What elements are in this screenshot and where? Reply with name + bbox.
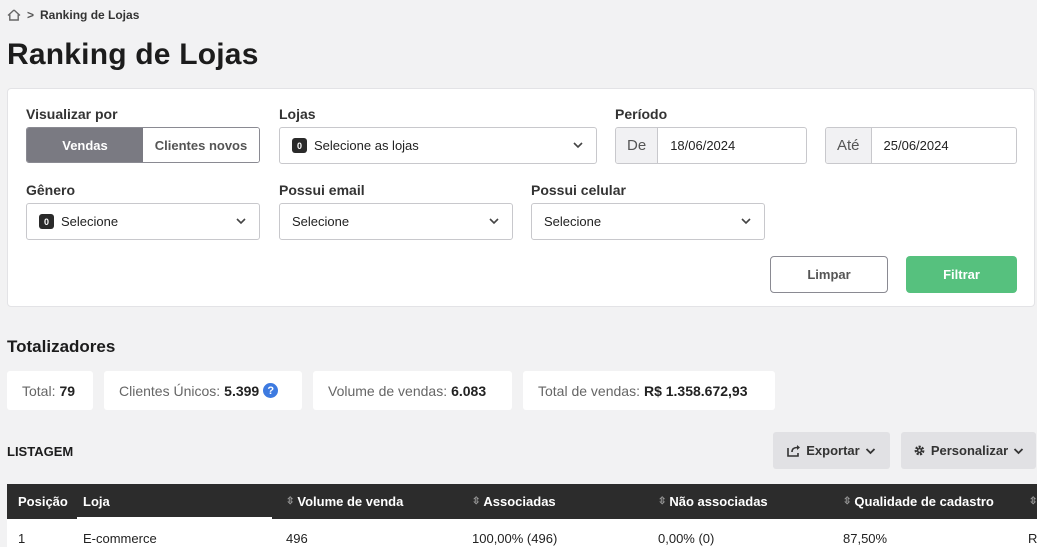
total-label: Total: <box>22 382 56 399</box>
column-nao-associadas[interactable]: ⇳ Não associadas <box>658 484 768 519</box>
ate-date-value: 25/06/2024 <box>883 138 949 153</box>
possui-email-placeholder: Selecione <box>292 214 350 229</box>
exportar-label: Exportar <box>806 443 860 458</box>
genero-count-badge: 0 <box>39 214 54 229</box>
clientes-unicos-value: 5.399 <box>224 382 260 399</box>
genero-label: Gênero <box>26 182 76 198</box>
total-vendas-value: R$ 1.358.672,93 <box>643 382 748 399</box>
column-nao-associadas-label: Não associadas <box>669 494 768 509</box>
periodo-de-field[interactable]: De 18/06/2024 <box>615 127 807 164</box>
chevron-down-icon <box>1014 447 1024 454</box>
total-vendas-card: Total de vendas: R$ 1.358.672,93 <box>523 371 775 410</box>
clientes-unicos-label: Clientes Únicos: <box>119 382 221 399</box>
total-value: 79 <box>59 382 76 399</box>
cell-posicao: 1 <box>18 531 26 546</box>
chevron-down-icon <box>236 218 246 225</box>
table-header: Posição Loja ⇳ Volume de venda ⇳ Associada… <box>7 484 1037 519</box>
sort-icon: ⇳ <box>286 496 295 507</box>
column-associadas-label: Associadas <box>483 494 556 509</box>
possui-email-select[interactable]: Selecione <box>279 203 513 240</box>
cell-associadas: 100,00% (496) <box>472 531 558 546</box>
totalizadores-title: Totalizadores <box>7 337 116 356</box>
gear-icon <box>914 445 925 456</box>
limpar-button[interactable]: Limpar <box>770 256 888 293</box>
home-icon[interactable] <box>7 9 21 21</box>
column-associadas[interactable]: ⇳ Associadas <box>472 484 556 519</box>
column-loja[interactable]: Loja <box>83 484 110 519</box>
ate-addon: Até <box>826 128 872 163</box>
de-date-value: 18/06/2024 <box>670 138 736 153</box>
column-volume-label: Volume de venda <box>297 494 404 509</box>
clientes-unicos-card: Clientes Únicos: 5.399 ? <box>104 371 302 410</box>
lojas-label: Lojas <box>279 106 316 122</box>
possui-celular-select[interactable]: Selecione <box>531 203 765 240</box>
chevron-down-icon <box>865 447 875 454</box>
periodo-label: Período <box>615 106 668 122</box>
possui-celular-placeholder: Selecione <box>544 214 602 229</box>
filter-panel: Visualizar por Vendas Clientes novos Loj… <box>7 88 1035 307</box>
column-qualidade-label: Qualidade de cadastro <box>854 494 994 509</box>
breadcrumb-separator: > <box>27 8 35 22</box>
total-vendas-label: Total de vendas: <box>538 382 640 399</box>
listagem-title: LISTAGEM <box>7 444 74 459</box>
personalizar-label: Personalizar <box>930 443 1009 458</box>
help-icon[interactable]: ? <box>263 383 279 398</box>
volume-vendas-card: Volume de vendas: 6.083 <box>313 371 512 410</box>
genero-select-placeholder: Selecione <box>61 214 119 229</box>
breadcrumb-current: Ranking de Lojas <box>40 8 140 22</box>
de-addon: De <box>616 128 659 163</box>
chevron-down-icon <box>489 218 499 225</box>
clientes-novos-option[interactable]: Clientes novos <box>143 128 259 162</box>
table-row[interactable]: 1 E-commerce 496 100,00% (496) 0,00% (0)… <box>7 519 1037 547</box>
column-posicao: Posição <box>18 494 68 509</box>
sort-icon: ⇳ <box>843 496 852 507</box>
sort-icon: ⇳ <box>1029 496 1037 507</box>
sort-icon: ⇳ <box>658 496 667 507</box>
cell-qualidade: 87,50% <box>843 531 888 546</box>
lojas-count-badge: 0 <box>292 138 307 153</box>
lojas-select[interactable]: 0 Selecione as lojas <box>279 127 597 164</box>
export-icon <box>787 445 801 457</box>
periodo-ate-field[interactable]: Até 25/06/2024 <box>825 127 1017 164</box>
possui-celular-label: Possui celular <box>531 182 626 198</box>
breadcrumb: > Ranking de Lojas <box>7 8 139 22</box>
cell-loja: E-commerce <box>83 531 157 546</box>
sort-icon: ⇳ <box>472 496 481 507</box>
exportar-button[interactable]: Exportar <box>773 432 890 469</box>
personalizar-button[interactable]: Personalizar <box>901 432 1036 469</box>
filtrar-button[interactable]: Filtrar <box>906 256 1017 293</box>
possui-email-label: Possui email <box>279 182 365 198</box>
column-qualidade-cadastro[interactable]: ⇳ Qualidade de cadastro <box>843 484 994 519</box>
cell-volume: 496 <box>286 531 308 546</box>
page-title: Ranking de Lojas <box>7 38 259 71</box>
chevron-down-icon <box>573 142 583 149</box>
volume-vendas-label: Volume de vendas: <box>328 382 448 399</box>
total-card: Total: 79 <box>7 371 93 410</box>
genero-select[interactable]: 0 Selecione <box>26 203 260 240</box>
lojas-select-placeholder: Selecione as lojas <box>314 138 419 153</box>
vendas-option[interactable]: Vendas <box>27 128 143 162</box>
visualizar-por-label: Visualizar por <box>26 106 118 122</box>
volume-vendas-value: 6.083 <box>451 382 487 399</box>
column-volume-de-venda[interactable]: ⇳ Volume de venda <box>286 484 403 519</box>
chevron-down-icon <box>741 218 751 225</box>
cell-nao-associadas: 0,00% (0) <box>658 531 715 546</box>
cell-extra: R <box>1028 531 1037 546</box>
column-more-sort[interactable]: ⇳ <box>1029 484 1037 519</box>
visualizar-por-toggle: Vendas Clientes novos <box>26 127 260 163</box>
